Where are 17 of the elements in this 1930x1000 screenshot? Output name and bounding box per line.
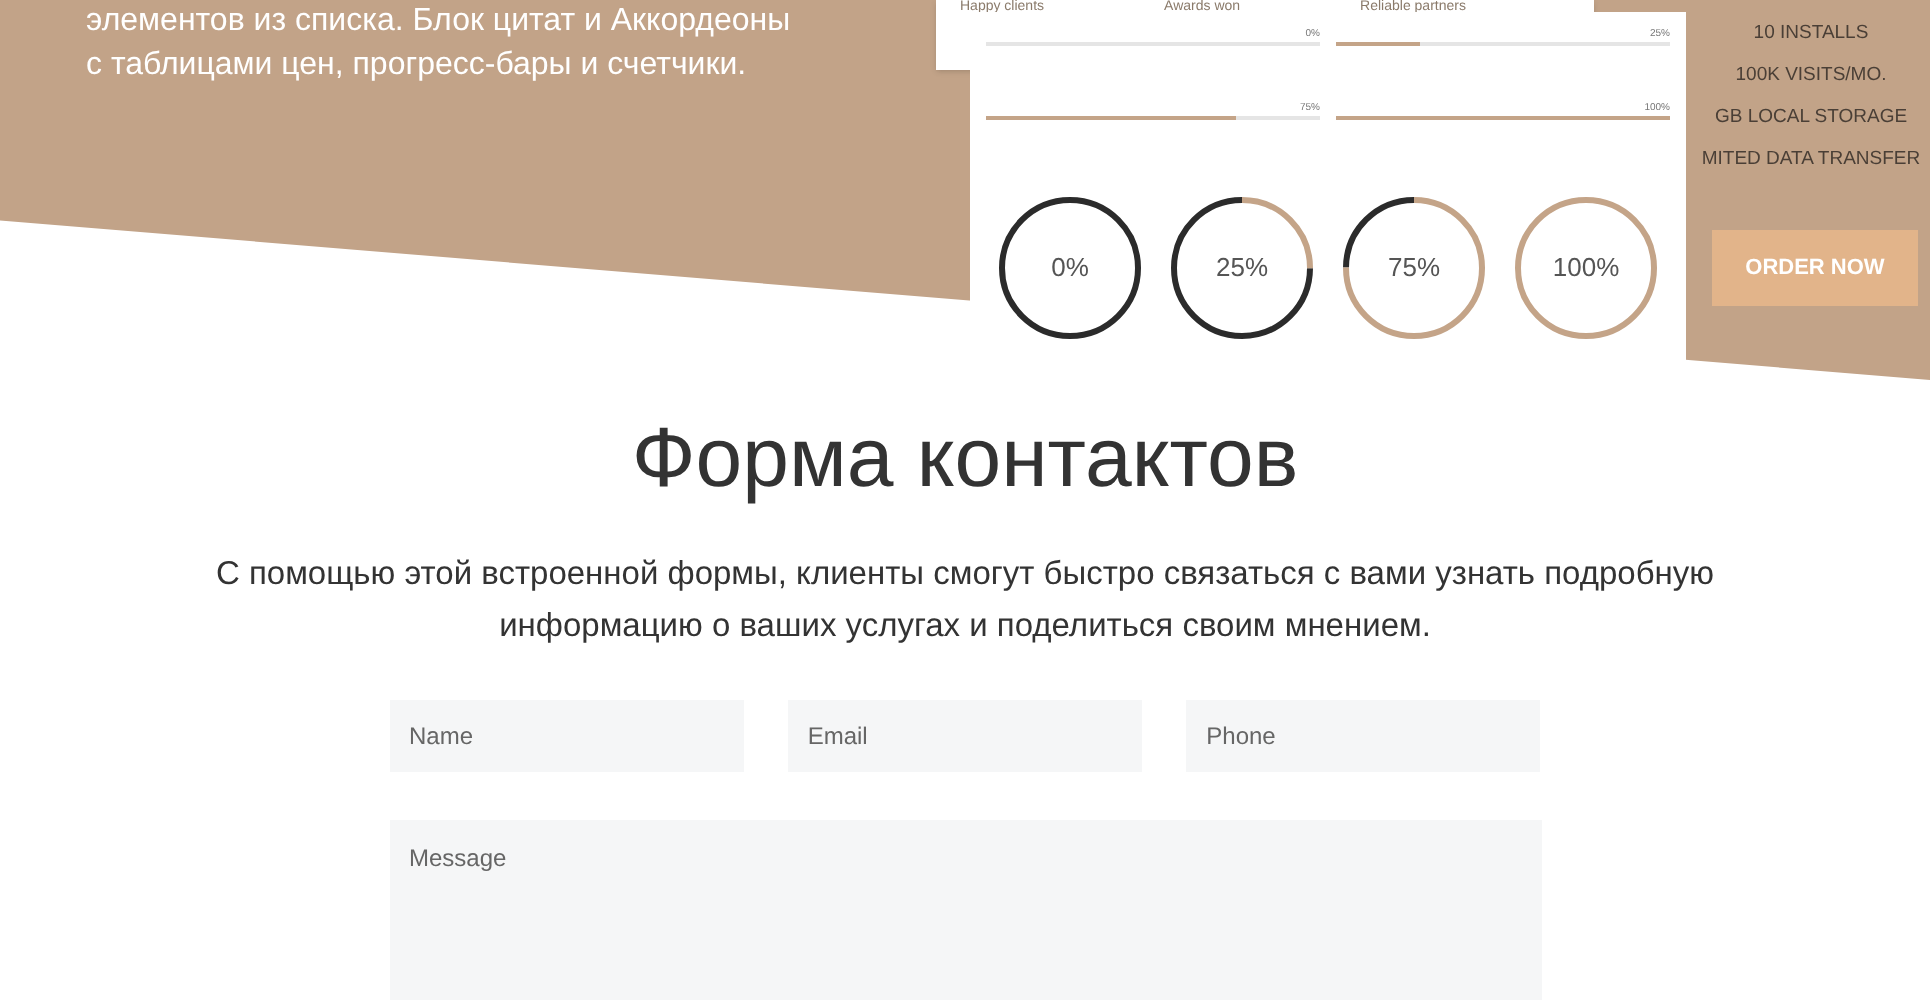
input-field[interactable]: Phone bbox=[1186, 700, 1541, 772]
section-title: Форма контактов bbox=[631, 408, 1299, 508]
input-field[interactable]: Name bbox=[389, 700, 744, 772]
hero-text: элементов из списка. Блок цитат и Аккордеоны bbox=[86, 2, 791, 42]
ring-percent: 100% bbox=[1552, 250, 1620, 287]
ring-percent: 25% bbox=[1215, 250, 1269, 287]
pricing-feature: 100K VISITS/MO. bbox=[1735, 62, 1887, 90]
pricing-feature: GB LOCAL STORAGE bbox=[1714, 104, 1908, 132]
pricing-feature: MITED DATA TRANSFER bbox=[1701, 146, 1921, 174]
order-button[interactable]: ORDER NOW bbox=[1712, 230, 1918, 306]
input-field[interactable]: Email bbox=[787, 700, 1143, 772]
pricing-feature: 10 INSTALLS bbox=[1753, 20, 1869, 48]
section-description: С помощью этой встроенной формы, клиенты смогут быстро связаться с вами узнать подробную информацию о ваших услугах и поделиться своим мнением. bbox=[213, 554, 1717, 648]
message-field[interactable]: Message bbox=[389, 820, 1541, 1000]
ring-percent: 75% bbox=[1387, 250, 1441, 287]
hero-text: с таблицами цен, прогресс-бары и счетчики. bbox=[86, 46, 747, 86]
ring-percent: 0% bbox=[1051, 250, 1089, 287]
